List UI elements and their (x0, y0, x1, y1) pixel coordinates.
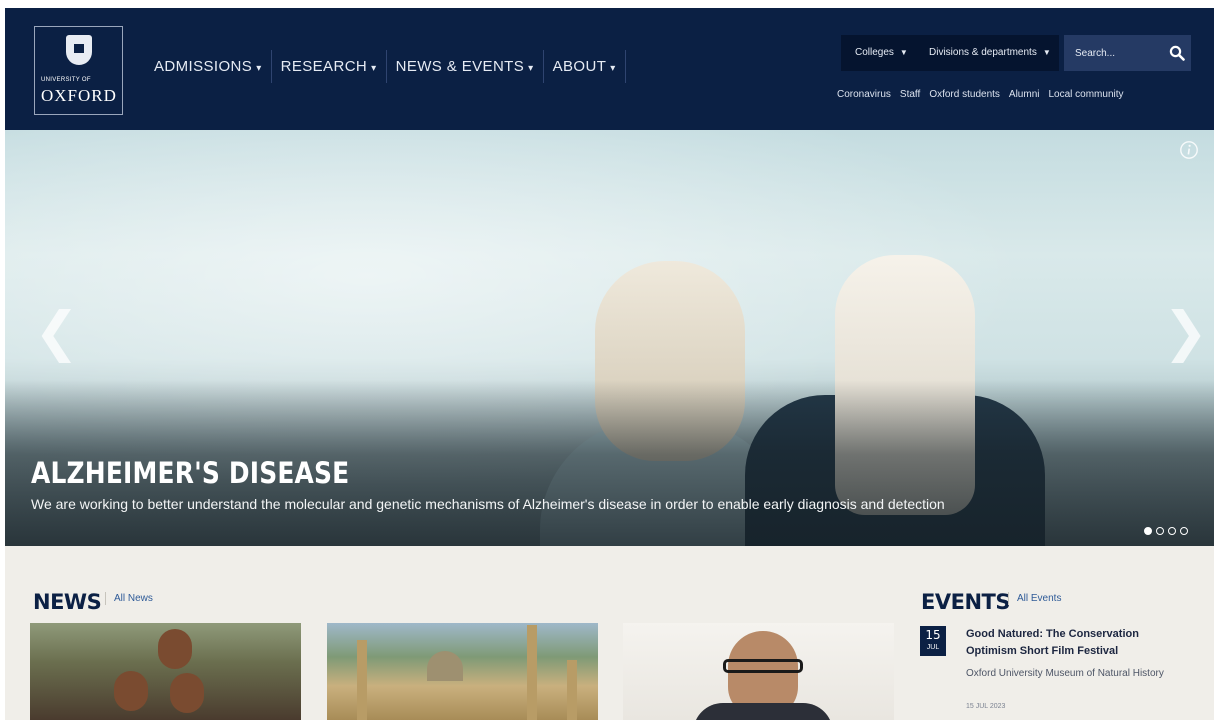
news-heading: NEWS (33, 590, 102, 614)
all-events-link[interactable]: All Events (1008, 592, 1061, 605)
news-card-image-spire (357, 640, 367, 720)
search-box (1064, 35, 1191, 71)
caret-down-icon: ▼ (899, 48, 908, 57)
all-news-link[interactable]: All News (105, 592, 153, 605)
news-card-image-figure (114, 671, 148, 711)
divisions-dropdown[interactable]: Divisions & departments ▼ (925, 35, 1059, 71)
oxford-logo[interactable]: UNIVERSITY OF OXFORD (34, 26, 123, 115)
news-card-image-spire (527, 625, 537, 720)
colleges-label: Colleges (855, 47, 894, 58)
caret-down-icon: ▾ (371, 63, 377, 74)
divisions-label: Divisions & departments (929, 47, 1037, 58)
carousel-dot-4[interactable] (1180, 527, 1188, 535)
search-icon[interactable] (1169, 45, 1185, 61)
nav-item-research[interactable]: RESEARCH ▾ (272, 50, 387, 83)
search-input[interactable] (1064, 35, 1164, 71)
event-day: 15 (925, 628, 941, 642)
nav-item-label: ABOUT (552, 58, 607, 75)
utility-link-oxford-students[interactable]: Oxford students (929, 89, 1000, 100)
carousel-next-icon[interactable]: ❯ (1163, 305, 1208, 359)
crest-icon (66, 35, 92, 65)
caret-down-icon: ▾ (528, 63, 534, 74)
nav-item-label: NEWS & EVENTS (395, 58, 525, 75)
nav-item-label: RESEARCH (280, 58, 368, 75)
carousel-dot-2[interactable] (1156, 527, 1164, 535)
colleges-dropdown[interactable]: Colleges ▼ (841, 35, 925, 71)
logo-line-2: OXFORD (41, 86, 117, 105)
news-card-image-figure (158, 629, 192, 669)
news-card-image-glasses (723, 659, 803, 673)
news-card-image-suit (693, 703, 833, 720)
event-title[interactable]: Good Natured: The Conservation Optimism … (966, 626, 1188, 660)
news-card-image-figure (170, 673, 204, 713)
news-events-section: NEWS All News EVENTS All Events 15 JUL G… (5, 546, 1214, 720)
caret-down-icon: ▼ (1042, 48, 1051, 57)
news-card-image-spire (567, 660, 577, 720)
event-venue: Oxford University Museum of Natural Hist… (966, 668, 1164, 679)
carousel-dot-3[interactable] (1168, 527, 1176, 535)
carousel-indicators (1144, 527, 1188, 535)
utility-link-local-community[interactable]: Local community (1048, 89, 1123, 100)
nav-item-label: ADMISSIONS (154, 58, 253, 75)
hero-carousel: ❮ ❯ ALZHEIMER'S DISEASE We are working t… (5, 130, 1214, 546)
carousel-prev-icon[interactable]: ❮ (34, 305, 79, 359)
event-date: 15 JUL 2023 (966, 703, 1006, 710)
utility-links: Coronavirus Staff Oxford students Alumni… (837, 89, 1124, 100)
nav-item-about[interactable]: ABOUT ▾ (544, 50, 626, 83)
nav-item-admissions[interactable]: ADMISSIONS ▾ (145, 50, 272, 83)
carousel-dot-1[interactable] (1144, 527, 1152, 535)
events-heading: EVENTS (921, 590, 1010, 614)
hero-subtitle: We are working to better understand the … (31, 496, 945, 512)
event-month: JUL (926, 644, 940, 651)
utility-link-staff[interactable]: Staff (900, 89, 920, 100)
utility-link-coronavirus[interactable]: Coronavirus (837, 89, 891, 100)
news-card-image-dome (427, 651, 463, 681)
nav-item-news-events[interactable]: NEWS & EVENTS ▾ (387, 50, 544, 83)
news-card-image-oxford-skyline[interactable] (327, 623, 598, 720)
logo-line-1: UNIVERSITY OF (41, 77, 91, 83)
utility-link-alumni[interactable]: Alumni (1009, 89, 1040, 100)
site-header: UNIVERSITY OF OXFORD ADMISSIONS ▾ RESEARC… (5, 8, 1214, 130)
caret-down-icon: ▾ (610, 63, 616, 74)
hero-title[interactable]: ALZHEIMER'S DISEASE (31, 456, 349, 490)
main-nav: ADMISSIONS ▾ RESEARCH ▾ NEWS & EVENTS ▾ ABO… (145, 50, 626, 83)
news-card-image-speaker[interactable] (623, 623, 894, 720)
caret-down-icon: ▾ (256, 63, 262, 74)
info-icon[interactable] (1179, 140, 1199, 160)
news-card-image-children[interactable] (30, 623, 301, 720)
event-date-badge: 15 JUL (920, 626, 946, 656)
